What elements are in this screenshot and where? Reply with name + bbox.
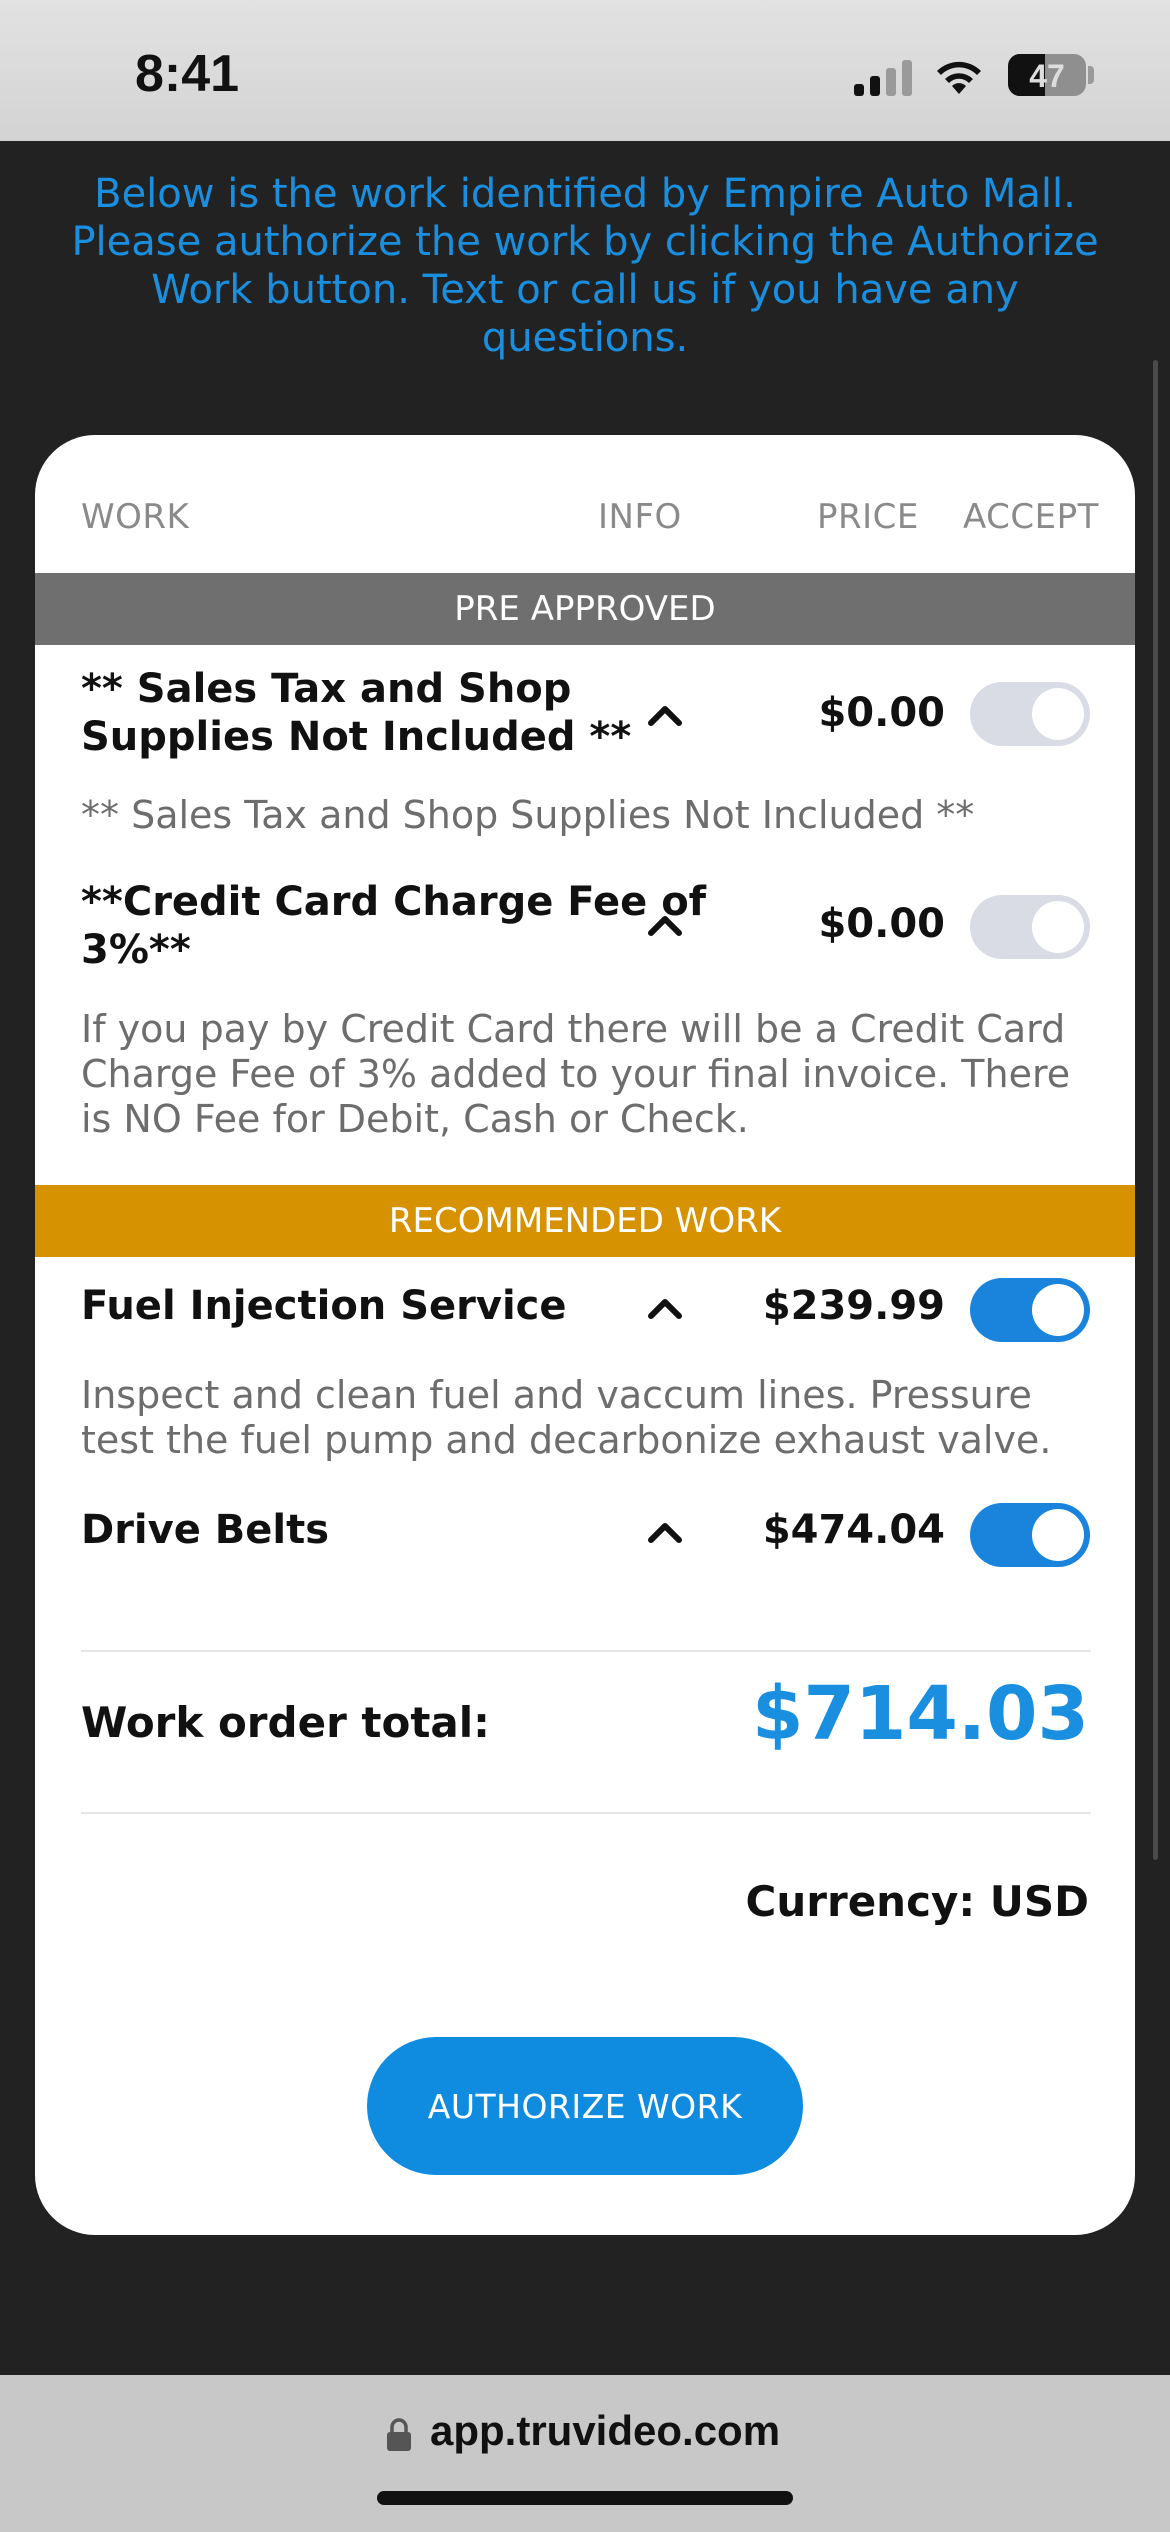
page-scrollbar[interactable] <box>1153 360 1158 1860</box>
chevron-up-icon[interactable] <box>645 1288 685 1328</box>
chevron-up-icon[interactable] <box>645 905 685 945</box>
status-bar: 8:41 47 <box>0 0 1170 141</box>
work-item-title: Fuel Injection Service <box>81 1283 567 1329</box>
work-order-card: WORK INFO PRICE ACCEPT PRE APPROVED ** S… <box>35 435 1135 2235</box>
browser-url-bar[interactable]: app.truvideo.com <box>0 2375 1170 2532</box>
divider <box>81 1812 1091 1814</box>
accept-toggle[interactable] <box>970 895 1090 959</box>
total-label: Work order total: <box>81 1698 490 1747</box>
battery-level: 47 <box>1029 58 1065 94</box>
section-header-pre-approved: PRE APPROVED <box>35 573 1135 645</box>
column-header-info: INFO <box>598 497 682 537</box>
column-header-work: WORK <box>81 497 190 537</box>
total-value: $714.03 <box>751 1671 1089 1757</box>
column-header-price: PRICE <box>817 497 919 537</box>
accept-toggle[interactable] <box>970 682 1090 746</box>
work-item-price: $239.99 <box>762 1283 945 1329</box>
section-label: RECOMMENDED WORK <box>388 1201 782 1241</box>
work-item-price: $0.00 <box>818 901 945 947</box>
lock-icon <box>387 2418 411 2451</box>
section-header-recommended: RECOMMENDED WORK <box>35 1185 1135 1257</box>
work-item-title: ** Sales Tax and Shop Supplies Not Inclu… <box>81 666 632 760</box>
status-time: 8:41 <box>135 45 240 103</box>
home-indicator[interactable] <box>377 2491 793 2505</box>
url-text[interactable]: app.truvideo.com <box>430 2407 780 2455</box>
currency-label: Currency: USD <box>745 1877 1089 1926</box>
work-item-price: $474.04 <box>762 1507 945 1553</box>
column-header-accept: ACCEPT <box>963 497 1099 537</box>
wifi-icon <box>937 61 981 94</box>
divider <box>81 1650 1091 1652</box>
chevron-up-icon[interactable] <box>645 1512 685 1552</box>
work-item-description: If you pay by Credit Card there will be … <box>81 1007 1071 1141</box>
cellular-signal-icon <box>854 58 914 96</box>
accept-toggle[interactable] <box>970 1503 1090 1567</box>
work-item-price: $0.00 <box>818 690 945 736</box>
authorize-work-button[interactable]: AUTHORIZE WORK <box>367 2037 803 2175</box>
section-label: PRE APPROVED <box>454 589 716 629</box>
work-item-description: Inspect and clean fuel and vaccum lines.… <box>81 1373 1052 1462</box>
work-item-title: **Credit Card Charge Fee of 3%** <box>81 879 707 973</box>
accept-toggle[interactable] <box>970 1278 1090 1342</box>
work-item-title: Drive Belts <box>81 1507 330 1553</box>
intro-message: Below is the work identified by Empire A… <box>71 171 1099 361</box>
chevron-up-icon[interactable] <box>645 695 685 735</box>
work-item-description: ** Sales Tax and Shop Supplies Not Inclu… <box>81 793 975 837</box>
battery-icon: 47 <box>1008 54 1086 96</box>
battery-cap <box>1088 66 1094 84</box>
